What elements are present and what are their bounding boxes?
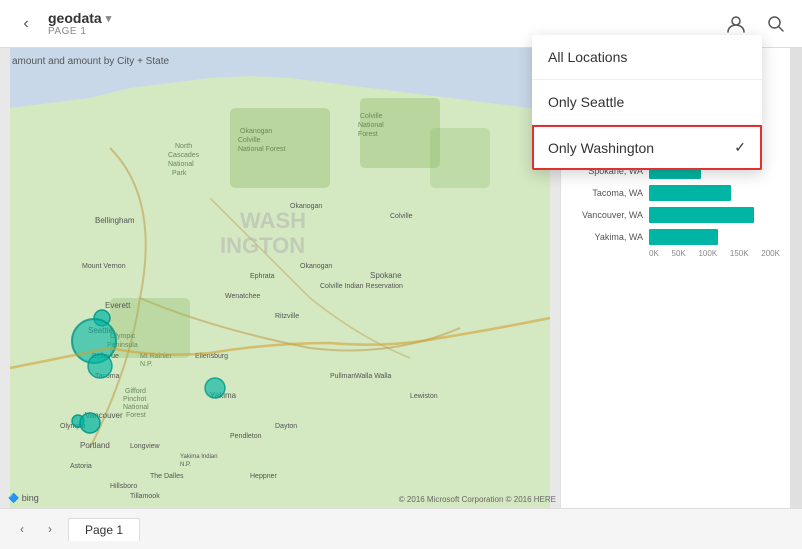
svg-text:Pendleton: Pendleton [230,433,262,440]
svg-text:Hillsboro: Hillsboro [110,483,137,490]
dropdown-item-0[interactable]: All Locations [532,35,762,80]
svg-text:Portland: Portland [80,441,110,450]
svg-text:Tillamook: Tillamook [130,493,160,500]
map-area: amount and amount by City + State WASH I… [0,48,560,508]
filter-dropdown: All Locations Only Seattle Only Washingt… [532,35,762,170]
chart-axis: 0K 50K 100K 150K 200K [571,249,780,258]
svg-text:Dayton: Dayton [275,423,297,430]
svg-text:Longview: Longview [130,443,161,450]
svg-text:National: National [123,404,149,411]
axis-label: 0K [649,249,659,258]
bar-track [649,185,780,201]
copyright-text: © 2016 Microsoft Corporation © 2016 HERE [399,495,556,504]
bar-fill [649,185,731,201]
svg-text:Forest: Forest [358,131,378,138]
bar-city-label: Vancouver, WA [571,210,643,220]
svg-text:Okanogan: Okanogan [240,128,272,135]
map-label: amount and amount by City + State [12,56,169,67]
page-tab[interactable]: Page 1 [68,518,140,541]
top-bar-icons [722,10,790,38]
svg-text:Ritzville: Ritzville [275,313,299,320]
svg-text:Park: Park [172,170,187,177]
bar-fill [649,207,754,223]
svg-text:Heppner: Heppner [250,473,278,480]
report-title: geodata ▾ [48,10,111,26]
axis-label: 200K [761,249,780,258]
bar-row: Tacoma, WA [571,185,780,201]
svg-text:Okanogan: Okanogan [300,263,332,270]
svg-text:Pullman: Pullman [330,373,355,380]
svg-text:The Dalles: The Dalles [150,473,184,480]
bar-fill [649,229,718,245]
dropdown-item-1[interactable]: Only Seattle [532,80,762,125]
svg-text:Mount Vernon: Mount Vernon [82,263,126,270]
report-title-text: geodata [48,10,102,26]
bar-track [649,207,780,223]
svg-text:Okanogan: Okanogan [290,203,322,210]
dropdown-item-2[interactable]: Only Washington ✓ [532,125,762,170]
bing-logo: 🔷 bing [8,493,39,504]
dropdown-item-label: All Locations [548,49,627,65]
svg-text:National Forest: National Forest [238,146,286,153]
svg-text:Ephrata: Ephrata [250,273,275,280]
dropdown-arrow-icon[interactable]: ▾ [106,12,112,25]
svg-text:Forest: Forest [126,412,146,419]
svg-text:Pinchot: Pinchot [123,396,146,403]
prev-page-button[interactable]: ‹ [12,519,32,539]
bar-city-label: Yakima, WA [571,232,643,242]
svg-text:Everett: Everett [105,301,131,310]
person-icon[interactable] [722,10,750,38]
svg-text:Astoria: Astoria [70,463,92,470]
svg-text:Colville: Colville [390,213,413,220]
svg-text:Spokane: Spokane [370,271,402,280]
dropdown-item-label: Only Washington [548,140,654,156]
dropdown-item-label: Only Seattle [548,94,624,110]
svg-text:Walla Walla: Walla Walla [355,373,392,380]
page-label: PAGE 1 [48,26,111,37]
svg-text:Gifford: Gifford [125,388,146,395]
scrollbar-area[interactable] [790,48,802,508]
svg-text:INGTON: INGTON [220,233,305,258]
svg-text:Colville Indian Reservation: Colville Indian Reservation [320,283,403,290]
svg-text:National: National [168,161,194,168]
svg-text:North: North [175,143,192,150]
bar-track [649,229,780,245]
svg-text:National: National [358,122,384,129]
back-icon: ‹ [23,15,28,33]
title-area: geodata ▾ PAGE 1 [48,10,111,37]
svg-text:Bellingham: Bellingham [95,216,135,225]
axis-label: 150K [730,249,749,258]
bar-row: Yakima, WA [571,229,780,245]
svg-text:Colville: Colville [360,113,383,120]
back-button[interactable]: ‹ [12,10,40,38]
svg-text:Wenatchee: Wenatchee [225,293,260,300]
bar-city-label: Tacoma, WA [571,188,643,198]
svg-text:Lewiston: Lewiston [410,393,438,400]
bottom-bar: ‹ › Page 1 [0,508,802,549]
search-icon[interactable] [762,10,790,38]
next-page-button[interactable]: › [40,519,60,539]
svg-text:Colville: Colville [238,137,261,144]
svg-text:Cascades: Cascades [168,152,200,159]
checkmark-icon: ✓ [734,139,746,156]
axis-label: 100K [698,249,717,258]
svg-text:WASH: WASH [240,208,306,233]
axis-label: 50K [672,249,686,258]
bar-row: Vancouver, WA [571,207,780,223]
